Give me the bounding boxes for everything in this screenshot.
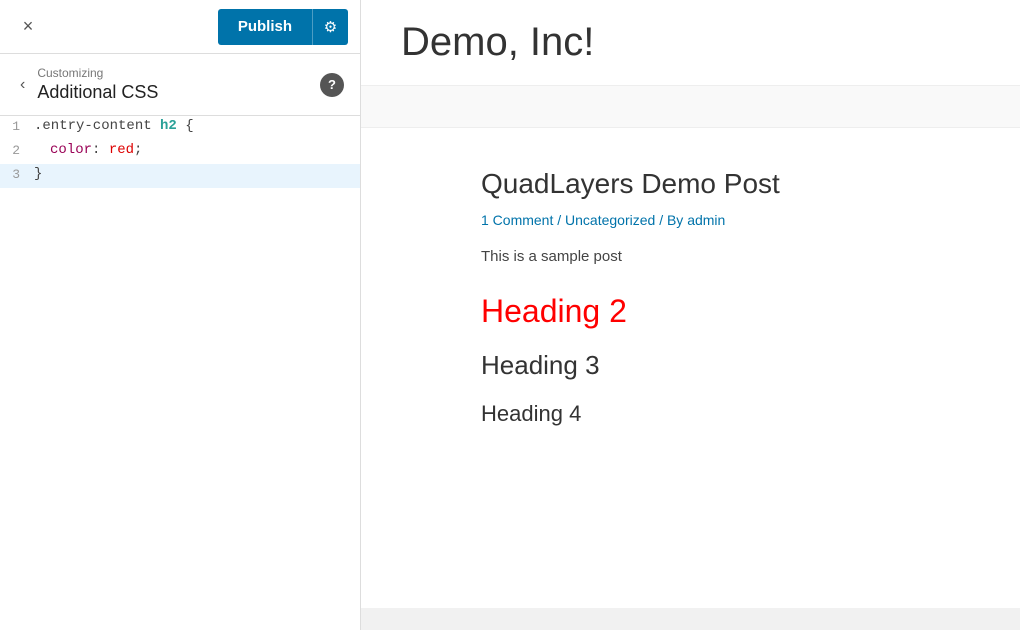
- post-excerpt: This is a sample post: [481, 248, 960, 265]
- gear-button[interactable]: ⚙: [312, 9, 348, 45]
- post-meta: 1 Comment / Uncategorized / By admin: [481, 212, 960, 228]
- close-button[interactable]: ×: [12, 11, 44, 43]
- content-area: QuadLayers Demo Post 1 Comment / Uncateg…: [361, 128, 1020, 608]
- top-bar: × Publish ⚙: [0, 0, 360, 54]
- publish-group: Publish ⚙: [218, 9, 348, 45]
- line-content-1: .entry-content h2 {: [30, 118, 360, 134]
- left-panel: × Publish ⚙ ‹ Customizing Additional CSS…: [0, 0, 361, 630]
- customizing-text: Customizing Additional CSS: [37, 66, 158, 103]
- line-number-3: 3: [0, 166, 30, 182]
- line-number-2: 2: [0, 142, 30, 158]
- publish-button[interactable]: Publish: [218, 9, 312, 45]
- code-lines: 1 .entry-content h2 { 2 color: red; 3 }: [0, 116, 360, 188]
- help-button[interactable]: ?: [320, 73, 344, 97]
- nav-bar: [361, 86, 1020, 128]
- back-button[interactable]: ‹: [16, 72, 29, 98]
- right-panel: Demo, Inc! QuadLayers Demo Post 1 Commen…: [361, 0, 1020, 630]
- line-content-3: }: [30, 166, 360, 182]
- line-content-2: color: red;: [30, 142, 360, 158]
- site-header: Demo, Inc!: [361, 0, 1020, 86]
- heading-4: Heading 4: [481, 401, 960, 427]
- code-line-3: 3 }: [0, 164, 360, 188]
- post-title: QuadLayers Demo Post: [481, 168, 960, 200]
- customizing-left: ‹ Customizing Additional CSS: [16, 66, 158, 103]
- customizing-header: ‹ Customizing Additional CSS ?: [0, 54, 360, 116]
- code-line-1: 1 .entry-content h2 {: [0, 116, 360, 140]
- site-title: Demo, Inc!: [401, 20, 980, 65]
- heading-3: Heading 3: [481, 350, 960, 381]
- code-editor[interactable]: 1 .entry-content h2 { 2 color: red; 3 }: [0, 116, 360, 630]
- heading-2: Heading 2: [481, 293, 960, 330]
- line-number-1: 1: [0, 118, 30, 134]
- customizing-title: Additional CSS: [37, 82, 158, 103]
- customizing-label: Customizing: [37, 66, 158, 80]
- preview-area: Demo, Inc! QuadLayers Demo Post 1 Commen…: [361, 0, 1020, 630]
- code-line-2: 2 color: red;: [0, 140, 360, 164]
